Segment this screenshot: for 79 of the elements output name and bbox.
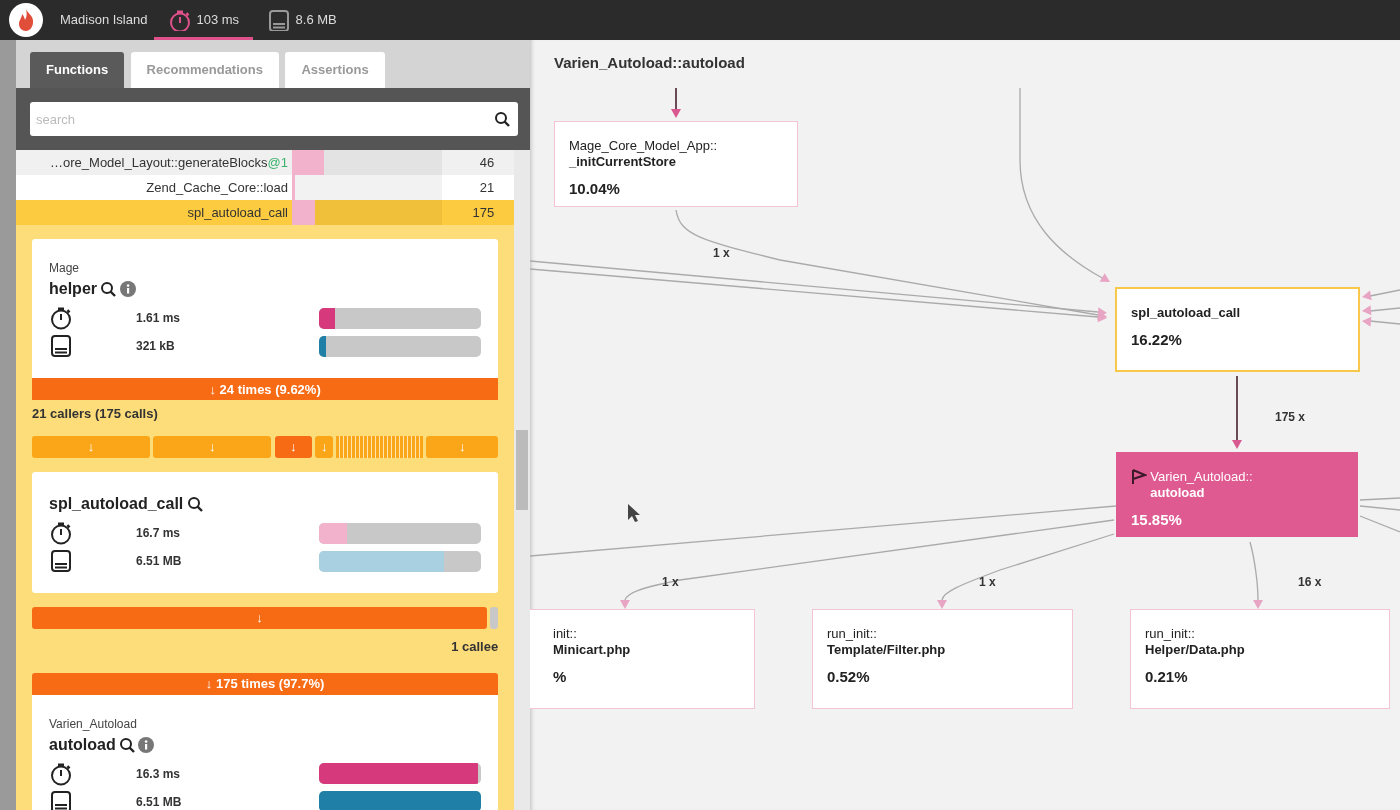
memory-icon bbox=[267, 9, 290, 31]
function-name: spl_autoload_call bbox=[49, 493, 184, 514]
time-value: 1.61 ms bbox=[135, 310, 182, 328]
function-row[interactable]: spl_autoload_call 175 bbox=[16, 200, 515, 225]
memory-metric[interactable]: 8.6 MB bbox=[253, 0, 351, 40]
function-name: helper bbox=[49, 279, 97, 299]
connector-arrow bbox=[1362, 305, 1400, 316]
flag-icon bbox=[1131, 469, 1147, 485]
memory-value: 6.51 MB bbox=[135, 553, 183, 570]
graph-node[interactable]: spl_autoload_call 16.22% bbox=[1115, 287, 1360, 372]
time-value: 16.7 ms bbox=[135, 525, 182, 542]
caller-segment-strip[interactable] bbox=[336, 435, 423, 458]
node-namespace: Varien_Autoload:: bbox=[1150, 469, 1253, 485]
connector-line bbox=[1359, 497, 1400, 501]
node-percent: % bbox=[553, 667, 568, 687]
edge-label: 1 x bbox=[713, 245, 730, 262]
connector-arrow bbox=[1362, 316, 1400, 327]
callees-summary: 1 callee bbox=[450, 638, 499, 656]
function-name: autoload bbox=[49, 734, 116, 755]
memory-value: 6.51 MB bbox=[135, 793, 183, 810]
graph-title: Varien_Autoload::autoload bbox=[554, 53, 745, 73]
connector-arrow bbox=[1249, 541, 1263, 609]
node-namespace: Mage_Core_Model_App:: bbox=[569, 138, 719, 154]
flame-logo bbox=[8, 2, 44, 38]
stopwatch-icon bbox=[49, 761, 73, 786]
node-name: Minicart.php bbox=[553, 642, 632, 658]
class-name: Varien_Autoload bbox=[49, 715, 138, 733]
function-name: Zend_Cache_Core::load bbox=[145, 178, 289, 197]
app-name: Madison Island bbox=[60, 11, 148, 30]
call-count: 21 bbox=[478, 178, 495, 197]
connector-line bbox=[1359, 505, 1400, 511]
memory-icon bbox=[49, 334, 73, 359]
stopwatch-icon bbox=[49, 306, 73, 331]
node-namespace: init:: bbox=[553, 626, 578, 642]
node-name: autoload bbox=[1150, 485, 1206, 501]
scrollbar-thumb[interactable] bbox=[516, 430, 529, 510]
memory-icon bbox=[49, 789, 73, 810]
node-name: spl_autoload_call bbox=[1131, 305, 1242, 321]
function-row[interactable]: …ore_Model_Layout::generateBlocks@1 46 bbox=[16, 150, 515, 175]
node-namespace: run_init:: bbox=[827, 626, 878, 642]
edge-label: 1 x bbox=[662, 574, 679, 591]
stopwatch-icon bbox=[49, 521, 73, 545]
connector-arrow bbox=[1362, 289, 1400, 301]
stopwatch-icon bbox=[167, 9, 190, 31]
graph-node[interactable]: run_init:: Helper/Data.php 0.21% bbox=[1130, 609, 1390, 709]
edge-label: 175 x bbox=[1275, 409, 1306, 426]
node-percent: 15.85% bbox=[1131, 510, 1183, 530]
call-count: 175 bbox=[471, 203, 495, 222]
connector-arrow bbox=[671, 87, 681, 118]
node-name: Template/Filter.php bbox=[827, 642, 947, 658]
memory-value: 321 kB bbox=[135, 338, 176, 356]
edge-label: 1 x bbox=[979, 574, 996, 591]
graph-node[interactable]: init:: Minicart.php % bbox=[530, 609, 755, 709]
graph-node[interactable]: Varien_Autoload:: autoload 15.85% bbox=[1116, 452, 1358, 537]
connector-line bbox=[1359, 515, 1400, 533]
cursor-icon bbox=[627, 503, 641, 523]
search-icon bbox=[118, 736, 135, 753]
node-percent: 10.04% bbox=[569, 179, 621, 199]
node-name: Helper/Data.php bbox=[1145, 642, 1246, 658]
node-namespace: run_init:: bbox=[1145, 626, 1196, 642]
class-name: Mage bbox=[49, 260, 81, 277]
function-name: spl_autoload_call bbox=[186, 203, 289, 222]
time-value: 16.3 ms bbox=[135, 765, 182, 783]
search-icon bbox=[494, 111, 510, 127]
graph-node[interactable]: Mage_Core_Model_App:: _initCurrentStore 10.04% bbox=[554, 121, 798, 207]
search-icon bbox=[100, 281, 117, 297]
node-percent: 0.21% bbox=[1145, 667, 1189, 687]
search-icon bbox=[186, 495, 203, 512]
node-name: _initCurrentStore bbox=[569, 154, 677, 170]
callers-summary: 21 callers (175 calls) bbox=[32, 405, 159, 424]
edge-label: 16 x bbox=[1298, 574, 1322, 591]
memory-icon bbox=[49, 549, 73, 573]
node-percent: 16.22% bbox=[1131, 330, 1183, 350]
call-count: 46 bbox=[478, 153, 495, 172]
graph-node[interactable]: run_init:: Template/Filter.php 0.52% bbox=[812, 609, 1073, 709]
tab[interactable]: Functions bbox=[30, 52, 125, 88]
callee-segment[interactable] bbox=[490, 607, 499, 629]
function-name: …ore_Model_Layout::generateBlocks@1 bbox=[49, 153, 289, 172]
node-percent: 0.52% bbox=[827, 667, 871, 687]
